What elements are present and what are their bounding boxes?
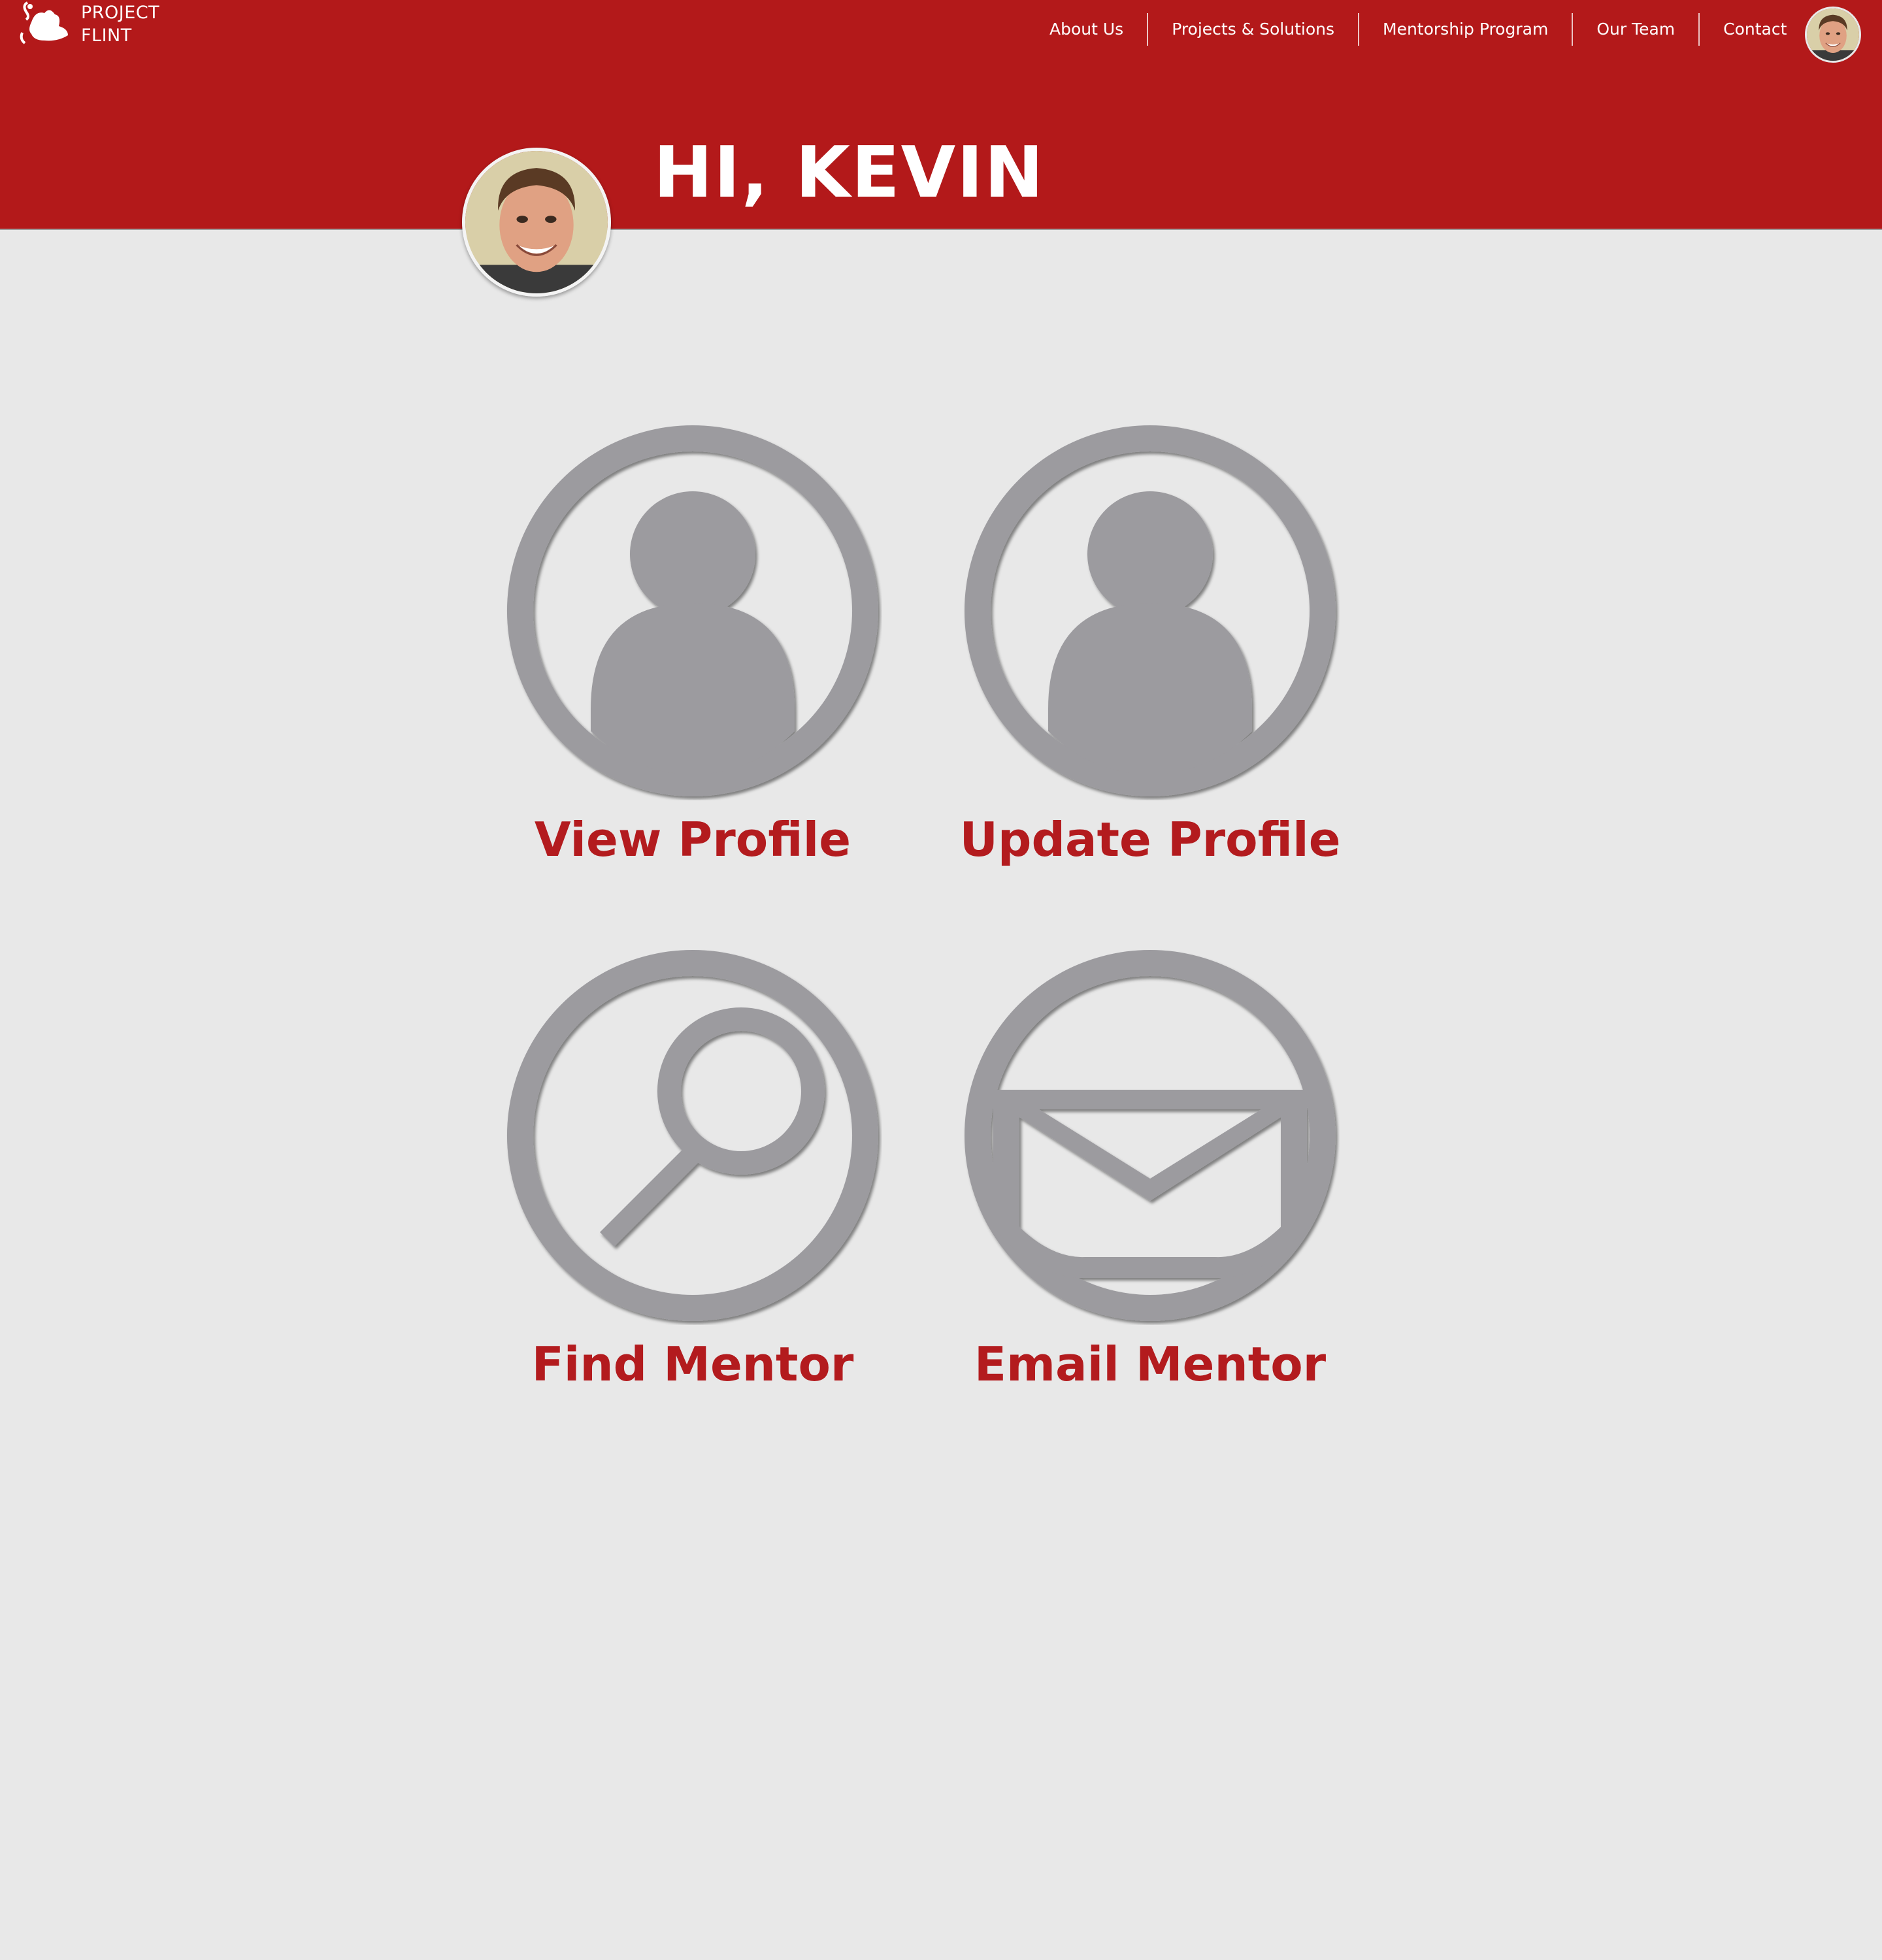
user-avatar[interactable] <box>1805 7 1861 63</box>
find-mentor-label: Find Mentor <box>531 1337 854 1392</box>
brand-line-1: PROJECT <box>81 3 160 23</box>
find-mentor-button[interactable]: Find Mentor <box>497 946 889 1392</box>
view-profile-button[interactable]: View Profile <box>497 421 889 867</box>
page-title: HI, KEVIN <box>653 132 1045 214</box>
top-header: PROJECT FLINT About Us Projects & Soluti… <box>0 0 1882 230</box>
brand-line-2: FLINT <box>81 25 132 46</box>
nav-item-about-us[interactable]: About Us <box>1026 13 1147 46</box>
view-profile-label: View Profile <box>534 812 851 867</box>
person-icon <box>506 425 878 796</box>
nav-item-contact[interactable]: Contact <box>1698 13 1810 46</box>
nav-item-projects-solutions[interactable]: Projects & Solutions <box>1147 13 1358 46</box>
main-nav: About Us Projects & Solutions Mentorship… <box>1026 13 1810 46</box>
nav-item-our-team[interactable]: Our Team <box>1572 13 1698 46</box>
update-profile-label: Update Profile <box>959 812 1341 867</box>
envelope-icon <box>964 950 1336 1321</box>
nav-item-mentorship-program[interactable]: Mentorship Program <box>1358 13 1572 46</box>
update-profile-button[interactable]: Update Profile <box>954 421 1346 867</box>
brand-name: PROJECT FLINT <box>81 1 159 47</box>
person-icon <box>964 425 1336 796</box>
email-mentor-label: Email Mentor <box>974 1337 1327 1392</box>
profile-avatar[interactable] <box>462 148 611 297</box>
boot-logo-icon <box>20 1 68 44</box>
magnifier-icon <box>506 950 878 1321</box>
email-mentor-button[interactable]: Email Mentor <box>954 946 1346 1392</box>
brand-logo[interactable]: PROJECT FLINT <box>18 0 169 52</box>
